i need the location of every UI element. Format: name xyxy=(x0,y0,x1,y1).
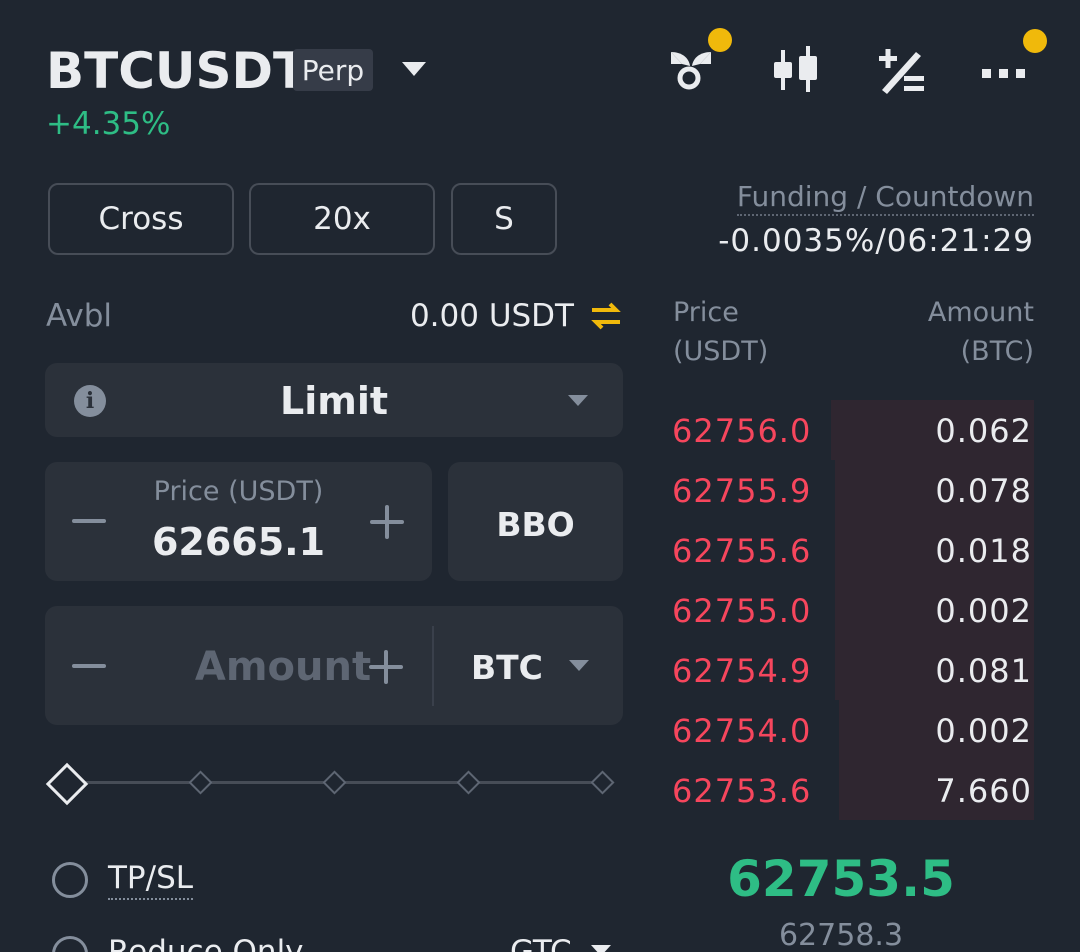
orderbook-amount-header[interactable]: Amount (BTC) xyxy=(928,293,1034,371)
chevron-down-icon xyxy=(569,660,589,671)
symbol-title[interactable]: BTCUSDT xyxy=(46,42,307,100)
bbo-button[interactable]: BBO xyxy=(448,462,623,581)
gift-notification-dot xyxy=(708,28,732,52)
amount-field[interactable]: Amount BTC xyxy=(45,606,623,725)
asset-mode-button[interactable]: S xyxy=(451,183,557,255)
ask-row[interactable]: 62756.0 0.062 xyxy=(672,400,1034,460)
last-price[interactable]: 62753.5 xyxy=(672,850,1010,908)
ask-amount: 7.660 xyxy=(935,772,1032,810)
more-notification-dot xyxy=(1023,29,1047,53)
price-field-label: Price (USDT) xyxy=(153,476,324,507)
funding-countdown-value: -0.0035%/06:21:29 xyxy=(718,223,1034,259)
ask-amount: 0.018 xyxy=(935,532,1032,570)
slider-step-100[interactable] xyxy=(590,770,615,795)
ask-amount: 0.002 xyxy=(935,592,1032,630)
price-change-percent: +4.35% xyxy=(46,106,171,142)
orderbook-amount-header-title: Amount xyxy=(927,297,1034,328)
tpsl-label[interactable]: TP/SL xyxy=(108,860,194,900)
reduce-only-label[interactable]: Reduce Only xyxy=(108,934,304,952)
orderbook-price-header-unit: (USDT) xyxy=(673,336,769,367)
ask-row[interactable]: 62755.0 0.002 xyxy=(672,580,1034,640)
order-type-label: Limit xyxy=(279,379,389,423)
amount-slider-thumb[interactable] xyxy=(45,762,89,806)
orderbook-price-header-title: Price xyxy=(673,297,739,328)
gift-icon[interactable] xyxy=(668,44,714,90)
order-type-select[interactable]: i Limit xyxy=(45,363,623,437)
bbo-label: BBO xyxy=(496,505,575,544)
orderbook-price-header: Price (USDT) xyxy=(673,293,768,371)
more-icon[interactable] xyxy=(980,64,1030,78)
ask-price: 62755.9 xyxy=(672,472,812,510)
calculator-icon[interactable] xyxy=(876,46,926,94)
trade-screen: BTCUSDT Perp +4.35% Cross 20x S Funding … xyxy=(0,0,1080,952)
slider-step-25[interactable] xyxy=(188,770,213,795)
ask-amount: 0.078 xyxy=(935,472,1032,510)
amount-increase-button[interactable] xyxy=(369,650,403,684)
price-field[interactable]: Price (USDT) 62665.1 xyxy=(45,462,432,581)
available-label: Avbl xyxy=(46,298,113,334)
reduce-only-checkbox[interactable] xyxy=(52,936,88,952)
price-increase-button[interactable] xyxy=(370,505,404,539)
amount-divider xyxy=(432,626,434,706)
leverage-button[interactable]: 20x xyxy=(249,183,435,255)
candlestick-icon[interactable] xyxy=(770,46,822,94)
slider-step-75[interactable] xyxy=(456,770,481,795)
ask-row[interactable]: 62754.9 0.081 xyxy=(672,640,1034,700)
ask-price: 62754.9 xyxy=(672,652,812,690)
ask-price: 62754.0 xyxy=(672,712,812,750)
available-balance: 0.00 USDT xyxy=(409,298,574,334)
slider-step-50[interactable] xyxy=(322,770,347,795)
ask-row[interactable]: 62755.6 0.018 xyxy=(672,520,1034,580)
orderbook-amount-header-unit: (BTC) xyxy=(960,336,1034,367)
amount-input[interactable]: Amount xyxy=(163,644,403,690)
ask-price: 62755.0 xyxy=(672,592,812,630)
amount-unit-select[interactable]: BTC xyxy=(471,648,543,687)
ask-price: 62756.0 xyxy=(672,412,812,450)
ask-amount: 0.002 xyxy=(935,712,1032,750)
chevron-down-icon xyxy=(568,395,588,406)
ask-price: 62753.6 xyxy=(672,772,812,810)
transfer-icon[interactable] xyxy=(590,301,622,335)
ask-amount: 0.081 xyxy=(935,652,1032,690)
funding-countdown-label[interactable]: Funding / Countdown xyxy=(736,180,1034,216)
time-in-force-select[interactable]: GTC xyxy=(510,934,572,952)
contract-type-badge: Perp xyxy=(293,49,373,91)
margin-mode-button[interactable]: Cross xyxy=(48,183,234,255)
ask-price: 62755.6 xyxy=(672,532,812,570)
ask-row[interactable]: 62754.0 0.002 xyxy=(672,700,1034,760)
ask-row[interactable]: 62755.9 0.078 xyxy=(672,460,1034,520)
chevron-down-icon xyxy=(591,945,611,952)
amount-decrease-button[interactable] xyxy=(72,664,106,668)
ask-amount: 0.062 xyxy=(935,412,1032,450)
symbol-dropdown-icon[interactable] xyxy=(402,62,426,76)
tpsl-checkbox[interactable] xyxy=(52,862,88,898)
mark-price: 62758.3 xyxy=(778,918,904,952)
ask-row[interactable]: 62753.6 7.660 xyxy=(672,760,1034,820)
